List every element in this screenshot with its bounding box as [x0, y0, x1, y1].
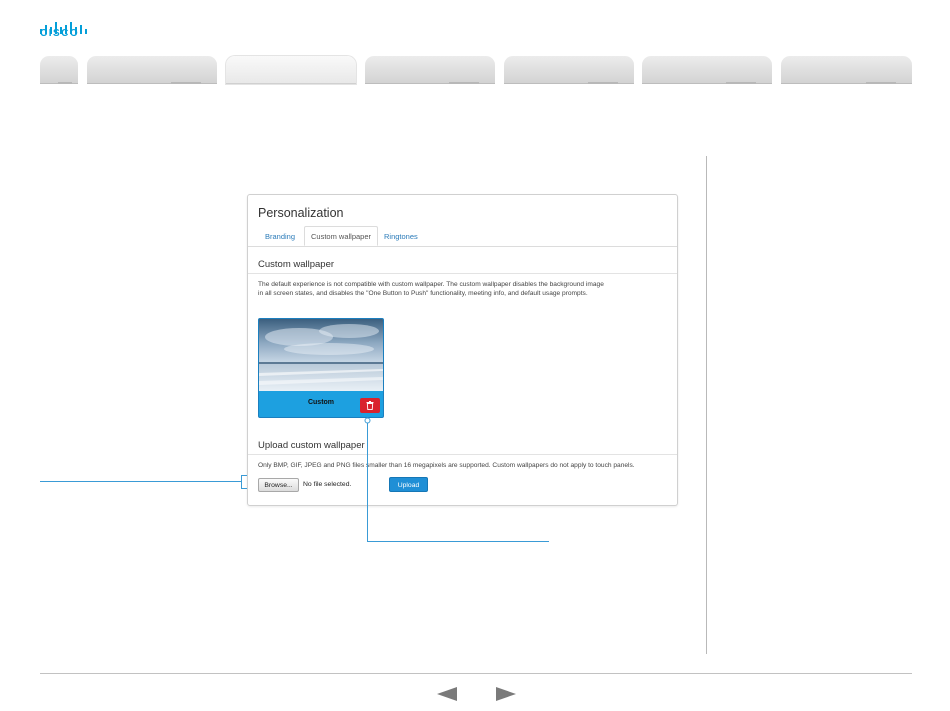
upload-button[interactable]: Upload — [389, 477, 428, 492]
tab-branding[interactable]: Branding — [265, 232, 295, 241]
triangle-right-icon[interactable] — [496, 687, 516, 701]
browse-button[interactable]: Browse... — [258, 478, 299, 492]
upload-description: Only BMP, GIF, JPEG and PNG files smalle… — [258, 462, 635, 469]
file-status-text: No file selected. — [303, 481, 352, 488]
tab-custom-wallpaper[interactable]: Custom wallpaper — [304, 226, 379, 246]
callout-line-delete-horizontal — [367, 541, 549, 542]
callout-dot-icon — [364, 417, 371, 424]
triangle-left-icon[interactable] — [437, 687, 457, 701]
column-divider — [706, 156, 707, 654]
personalization-panel: Personalization Branding Custom wallpape… — [247, 194, 678, 506]
brand-logo-text: CISCO — [40, 28, 80, 39]
nav-tab-3[interactable] — [365, 56, 495, 84]
tab-ringtones[interactable]: Ringtones — [384, 232, 418, 241]
nav-tab-home[interactable] — [40, 56, 78, 84]
callout-bracket-bottom — [241, 488, 247, 489]
callout-bracket-top — [241, 475, 247, 476]
panel-tabs: Branding Custom wallpaper Ringtones — [248, 226, 677, 247]
trash-icon — [366, 401, 374, 410]
callout-line-delete-vertical — [367, 421, 368, 541]
footer-divider — [40, 673, 912, 674]
nav-tab-2-active[interactable] — [226, 56, 356, 84]
upload-section-divider — [248, 454, 677, 455]
wallpaper-image — [259, 319, 383, 391]
delete-wallpaper-button[interactable] — [360, 398, 380, 413]
section-divider — [248, 273, 677, 274]
nav-tab-4[interactable] — [504, 56, 634, 84]
custom-wallpaper-heading: Custom wallpaper — [258, 259, 335, 270]
panel-title: Personalization — [258, 206, 344, 220]
callout-bracket-browse — [241, 475, 242, 489]
nav-tab-6[interactable] — [781, 56, 912, 84]
nav-tab-5[interactable] — [642, 56, 772, 84]
custom-wallpaper-description-2: in all screen states, and disables the "… — [258, 290, 588, 297]
nav-tab-1[interactable] — [87, 56, 217, 84]
upload-wallpaper-heading: Upload custom wallpaper — [258, 440, 365, 451]
custom-wallpaper-description-1: The default experience is not compatible… — [258, 281, 604, 288]
callout-line-browse — [40, 481, 242, 482]
wallpaper-thumbnail[interactable]: Custom — [258, 318, 384, 418]
